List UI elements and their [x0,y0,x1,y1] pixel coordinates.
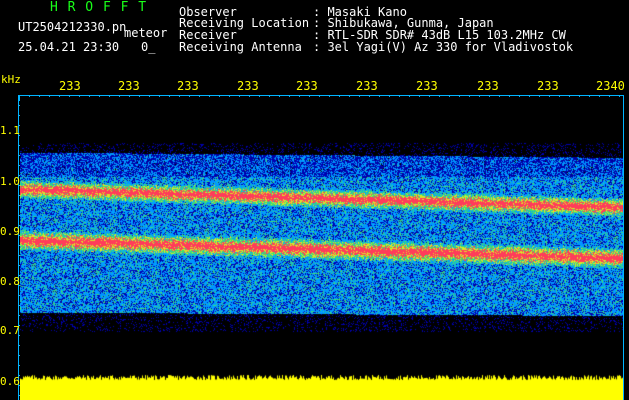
x-label: 233 [177,79,199,93]
power-level-plot [20,370,623,400]
x-label: 233 [59,79,81,93]
y-label: 0.8 [0,275,20,288]
antenna-value: : 3el Yagi(V) Az 330 for Vladivostok [313,40,574,54]
y-label: 0.7 [0,324,20,337]
x-label: 233 [118,79,140,93]
program-title: H R O F F T [50,0,148,15]
y-label: 1.1 [0,124,20,137]
x-label: 233 [477,79,499,93]
x-label: 233 [416,79,438,93]
y-label: 0.6 [0,375,20,388]
x-label: 2340 [596,79,625,93]
datetime: 25.04.21 23:30 [18,40,120,54]
x-label: 233 [356,79,378,93]
spectrogram-canvas [20,97,623,377]
x-label: 233 [296,79,318,93]
counter: 0_ [141,40,156,54]
y-tick [18,95,24,96]
x-label: 233 [237,79,259,93]
meteor-label: meteor [124,26,168,40]
right-axis-line [623,95,624,400]
antenna-label: Receiving Antenna [179,40,302,54]
y-label: 1.0 [0,175,20,188]
y-label: 0.9 [0,225,20,238]
y-unit-label: kHz [1,73,21,86]
filename: UT2504212330.pn [18,20,127,34]
x-label: 233 [537,79,559,93]
